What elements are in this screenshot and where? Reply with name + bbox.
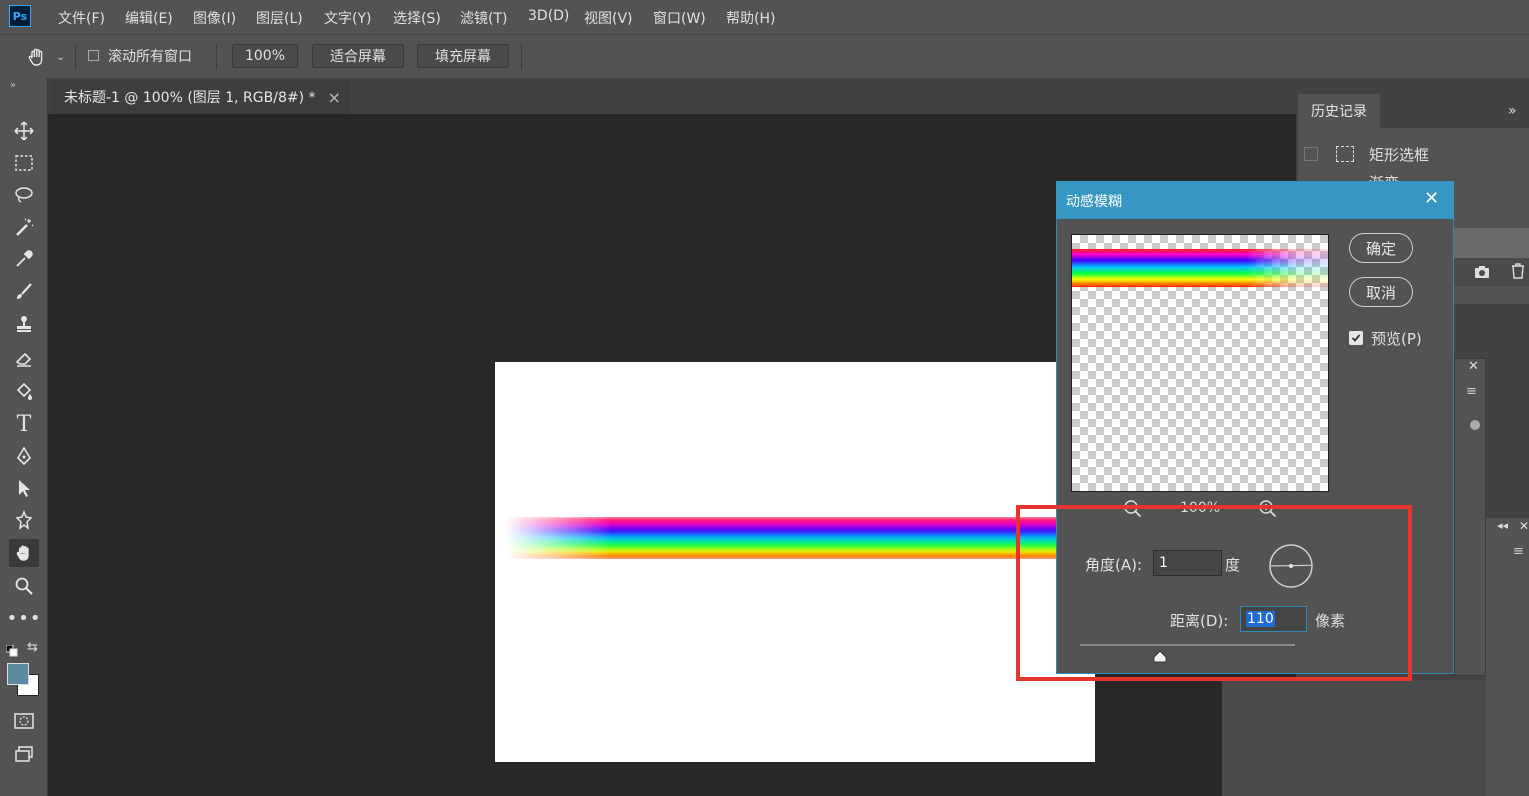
collapse-panel-icon[interactable]: »	[1508, 103, 1517, 119]
panel-scroll-thumb[interactable]	[1470, 420, 1480, 430]
fit-screen-button[interactable]: 适合屏幕	[312, 44, 404, 68]
divider	[521, 44, 522, 70]
menu-view[interactable]: 视图(V)	[584, 8, 633, 28]
panel-menu-icon[interactable]: ≡	[1513, 544, 1524, 559]
history-panel-header	[1380, 94, 1529, 128]
dialog-title: 动感模糊	[1066, 194, 1122, 210]
menu-edit[interactable]: 编辑(E)	[125, 8, 173, 28]
options-bar	[0, 34, 1529, 78]
divider	[75, 44, 76, 70]
document-tab-title: 未标题-1 @ 100% (图层 1, RGB/8#) *	[64, 90, 316, 106]
dialog-title-bar: 动感模糊 ✕	[1056, 181, 1454, 219]
menu-help[interactable]: 帮助(H)	[726, 8, 775, 28]
rectangular-marquee-icon[interactable]	[9, 149, 39, 177]
menu-filter[interactable]: 滤镜(T)	[460, 8, 507, 28]
scroll-all-label: 滚动所有窗口	[108, 49, 192, 65]
screen-mode-icon[interactable]	[9, 740, 39, 768]
pen-tool-icon[interactable]	[9, 442, 39, 470]
collapsed-panel	[1454, 358, 1486, 676]
menu-layer[interactable]: 图层(L)	[256, 8, 303, 28]
hand-tool-icon[interactable]	[9, 539, 39, 567]
history-snapshot-checkbox[interactable]	[1304, 147, 1318, 161]
more-tools-icon[interactable]: •••	[7, 604, 41, 632]
close-panel-icon[interactable]: ✕	[1519, 519, 1529, 533]
history-item-label[interactable]: 矩形选框	[1369, 144, 1429, 165]
zoom-tool-icon[interactable]	[9, 572, 39, 600]
filter-preview[interactable]	[1071, 234, 1329, 492]
secondary-panel	[1486, 518, 1529, 796]
menu-window[interactable]: 窗口(W)	[653, 8, 706, 28]
trash-icon[interactable]	[1511, 263, 1525, 283]
swap-colors-icon[interactable]: ⇆	[27, 640, 38, 655]
menu-file[interactable]: 文件(F)	[58, 8, 105, 28]
menu-image[interactable]: 图像(I)	[193, 8, 236, 28]
clone-stamp-icon[interactable]	[9, 310, 39, 338]
collapse-arrows-icon[interactable]: ◂◂	[1497, 519, 1508, 532]
fill-screen-button[interactable]: 填充屏幕	[417, 44, 509, 68]
eraser-icon[interactable]	[9, 344, 39, 372]
history-tab[interactable]: 历史记录	[1298, 94, 1380, 129]
paint-bucket-icon[interactable]	[9, 377, 39, 405]
lasso-icon[interactable]	[9, 181, 39, 209]
scroll-all-checkbox[interactable]	[88, 50, 99, 61]
close-tab-icon[interactable]: ×	[328, 88, 341, 107]
default-colors-icon[interactable]	[5, 642, 18, 661]
cancel-button[interactable]: 取消	[1349, 277, 1413, 307]
chevron-down-icon[interactable]: ⌄	[56, 50, 65, 63]
panel-menu-icon[interactable]: ≡	[1466, 384, 1477, 399]
preview-rainbow-stripe	[1072, 249, 1328, 287]
brush-icon[interactable]	[9, 278, 39, 306]
move-tool-icon[interactable]	[9, 117, 39, 145]
highlight-annotation-box	[1016, 505, 1412, 681]
divider	[216, 44, 217, 70]
ok-button[interactable]: 确定	[1349, 233, 1413, 263]
menu-type[interactable]: 文字(Y)	[324, 8, 371, 28]
magic-wand-icon[interactable]	[9, 213, 39, 241]
menu-select[interactable]: 选择(S)	[393, 8, 441, 28]
history-active-row	[1454, 228, 1529, 258]
custom-shape-icon[interactable]	[9, 506, 39, 534]
menu-3d[interactable]: 3D(D)	[528, 8, 569, 24]
preview-label: 预览(P)	[1371, 330, 1422, 348]
document-tab[interactable]: 未标题-1 @ 100% (图层 1, RGB/8#) * ×	[52, 80, 350, 114]
document-canvas[interactable]	[495, 362, 1095, 762]
eyedropper-icon[interactable]	[9, 245, 39, 273]
marquee-icon	[1336, 146, 1354, 162]
layers-panel-area	[1222, 680, 1486, 796]
type-tool-icon[interactable]: T	[9, 410, 39, 438]
hand-tool-preset-icon[interactable]	[26, 46, 48, 68]
camera-icon[interactable]	[1474, 264, 1490, 283]
close-dialog-icon[interactable]: ✕	[1424, 188, 1439, 209]
expand-toolbar-icon[interactable]: »	[10, 80, 16, 91]
foreground-color-swatch[interactable]	[7, 663, 29, 685]
rainbow-gradient-stripe	[505, 517, 1095, 559]
quick-mask-icon[interactable]	[9, 707, 39, 735]
zoom-value-field[interactable]: 100%	[232, 44, 298, 68]
close-panel-icon[interactable]: ✕	[1468, 359, 1479, 374]
path-selection-icon[interactable]	[9, 474, 39, 502]
preview-checkbox[interactable]	[1349, 331, 1363, 345]
photoshop-logo: Ps	[9, 5, 31, 27]
